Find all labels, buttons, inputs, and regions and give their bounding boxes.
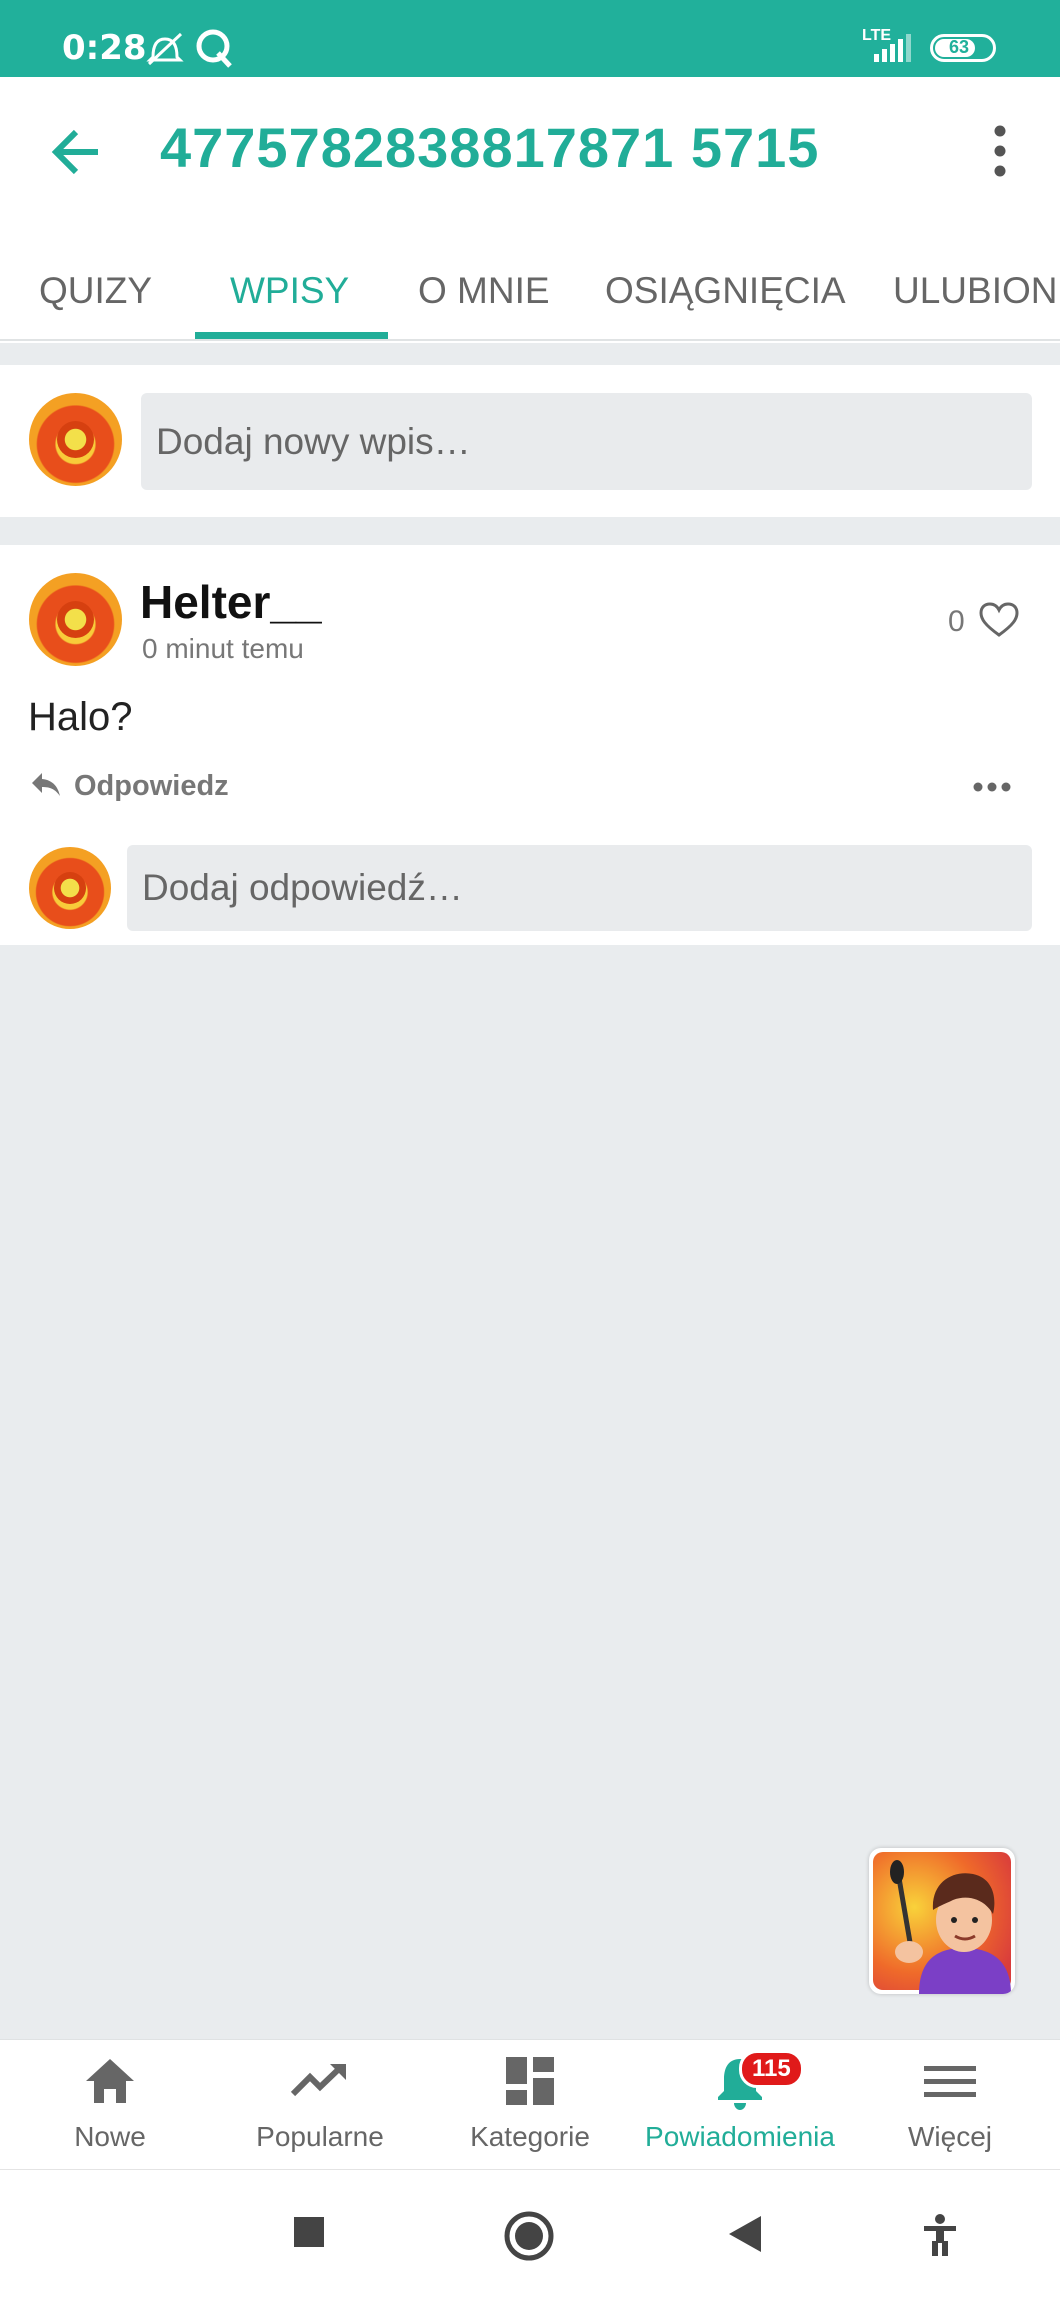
- nav-kategorie[interactable]: Kategorie: [460, 2040, 600, 2170]
- back-arrow-icon[interactable]: [48, 124, 104, 180]
- nav-powiadomienia[interactable]: 115 Powiadomienia: [635, 2040, 845, 2170]
- author-avatar[interactable]: [29, 573, 122, 666]
- post-time: 0 minut temu: [142, 633, 304, 664]
- page-title: 4775782838817871 5715: [160, 116, 820, 179]
- nav-wiecej[interactable]: Więcej: [880, 2040, 1020, 2170]
- status-bar: 0:28 LTE 63: [0, 0, 1060, 77]
- accessibility-icon[interactable]: [920, 2213, 960, 2257]
- avatar[interactable]: [29, 393, 122, 486]
- nav-label-popularne: Popularne: [256, 2121, 384, 2152]
- tab-wpisy[interactable]: WPISY: [230, 232, 349, 340]
- new-post-input[interactable]: Dodaj nowy wpis…: [141, 393, 1032, 490]
- tab-quizy[interactable]: QUIZY: [39, 232, 152, 340]
- nav-label-wiecej: Więcej: [907, 2121, 992, 2152]
- app-bar: 4775782838817871 5715 QUIZY WPISY O MNIE…: [0, 77, 1060, 343]
- nav-popularne[interactable]: Popularne: [240, 2040, 400, 2170]
- system-navigation-bar: [0, 2169, 1060, 2297]
- post-card: Helter__ 0 minut temu 0 Halo? Odpowiedz …: [0, 545, 1060, 945]
- menu-icon: [924, 2066, 976, 2097]
- tabs-divider: [0, 339, 1060, 341]
- profile-tabs: QUIZY WPISY O MNIE OSIĄGNIĘCIA ULUBION: [0, 232, 1060, 340]
- status-time: 0:28: [62, 28, 147, 68]
- character-promo-icon: [873, 1852, 1011, 1994]
- battery-icon: 63: [930, 34, 996, 62]
- tab-ulubione[interactable]: ULUBION: [893, 232, 1057, 340]
- nav-label-powiadomienia: Powiadomienia: [645, 2121, 835, 2152]
- trending-icon: [290, 2063, 346, 2097]
- post-text: Halo?: [28, 695, 133, 739]
- nav-label-nowe: Nowe: [74, 2121, 146, 2152]
- heart-icon[interactable]: [979, 602, 1019, 638]
- notifications-badge: 115: [739, 2050, 804, 2088]
- new-post-composer: Dodaj nowy wpis…: [0, 365, 1060, 517]
- recents-icon[interactable]: [292, 2215, 326, 2249]
- reply-input[interactable]: Dodaj odpowiedź…: [127, 845, 1032, 931]
- more-vert-icon[interactable]: [986, 123, 1014, 179]
- like-count: 0: [948, 605, 965, 638]
- post-author[interactable]: Helter__: [140, 575, 322, 629]
- home-icon: [86, 2059, 134, 2103]
- more-horiz-icon[interactable]: [972, 781, 1012, 793]
- alarm-off-icon: [146, 32, 184, 66]
- reply-icon[interactable]: [30, 769, 62, 799]
- home-circle-icon[interactable]: [503, 2210, 555, 2262]
- bottom-navigation: Nowe Popularne Kategorie 115 Powiadomien…: [0, 2039, 1060, 2170]
- active-tab-indicator: [195, 332, 388, 339]
- dashboard-icon: [506, 2057, 554, 2105]
- reply-link[interactable]: Odpowiedz: [74, 770, 229, 803]
- tab-osiagniecia[interactable]: OSIĄGNIĘCIA: [605, 232, 846, 340]
- tab-o-mnie[interactable]: O MNIE: [418, 232, 550, 340]
- q-app-icon: [196, 29, 232, 68]
- nav-nowe[interactable]: Nowe: [40, 2040, 180, 2170]
- nav-label-kategorie: Kategorie: [470, 2121, 590, 2152]
- floating-promo-button[interactable]: [869, 1848, 1015, 1994]
- reply-avatar[interactable]: [29, 847, 111, 929]
- battery-level: 63: [949, 37, 970, 57]
- signal-icon: [874, 34, 911, 62]
- back-triangle-icon[interactable]: [727, 2214, 763, 2254]
